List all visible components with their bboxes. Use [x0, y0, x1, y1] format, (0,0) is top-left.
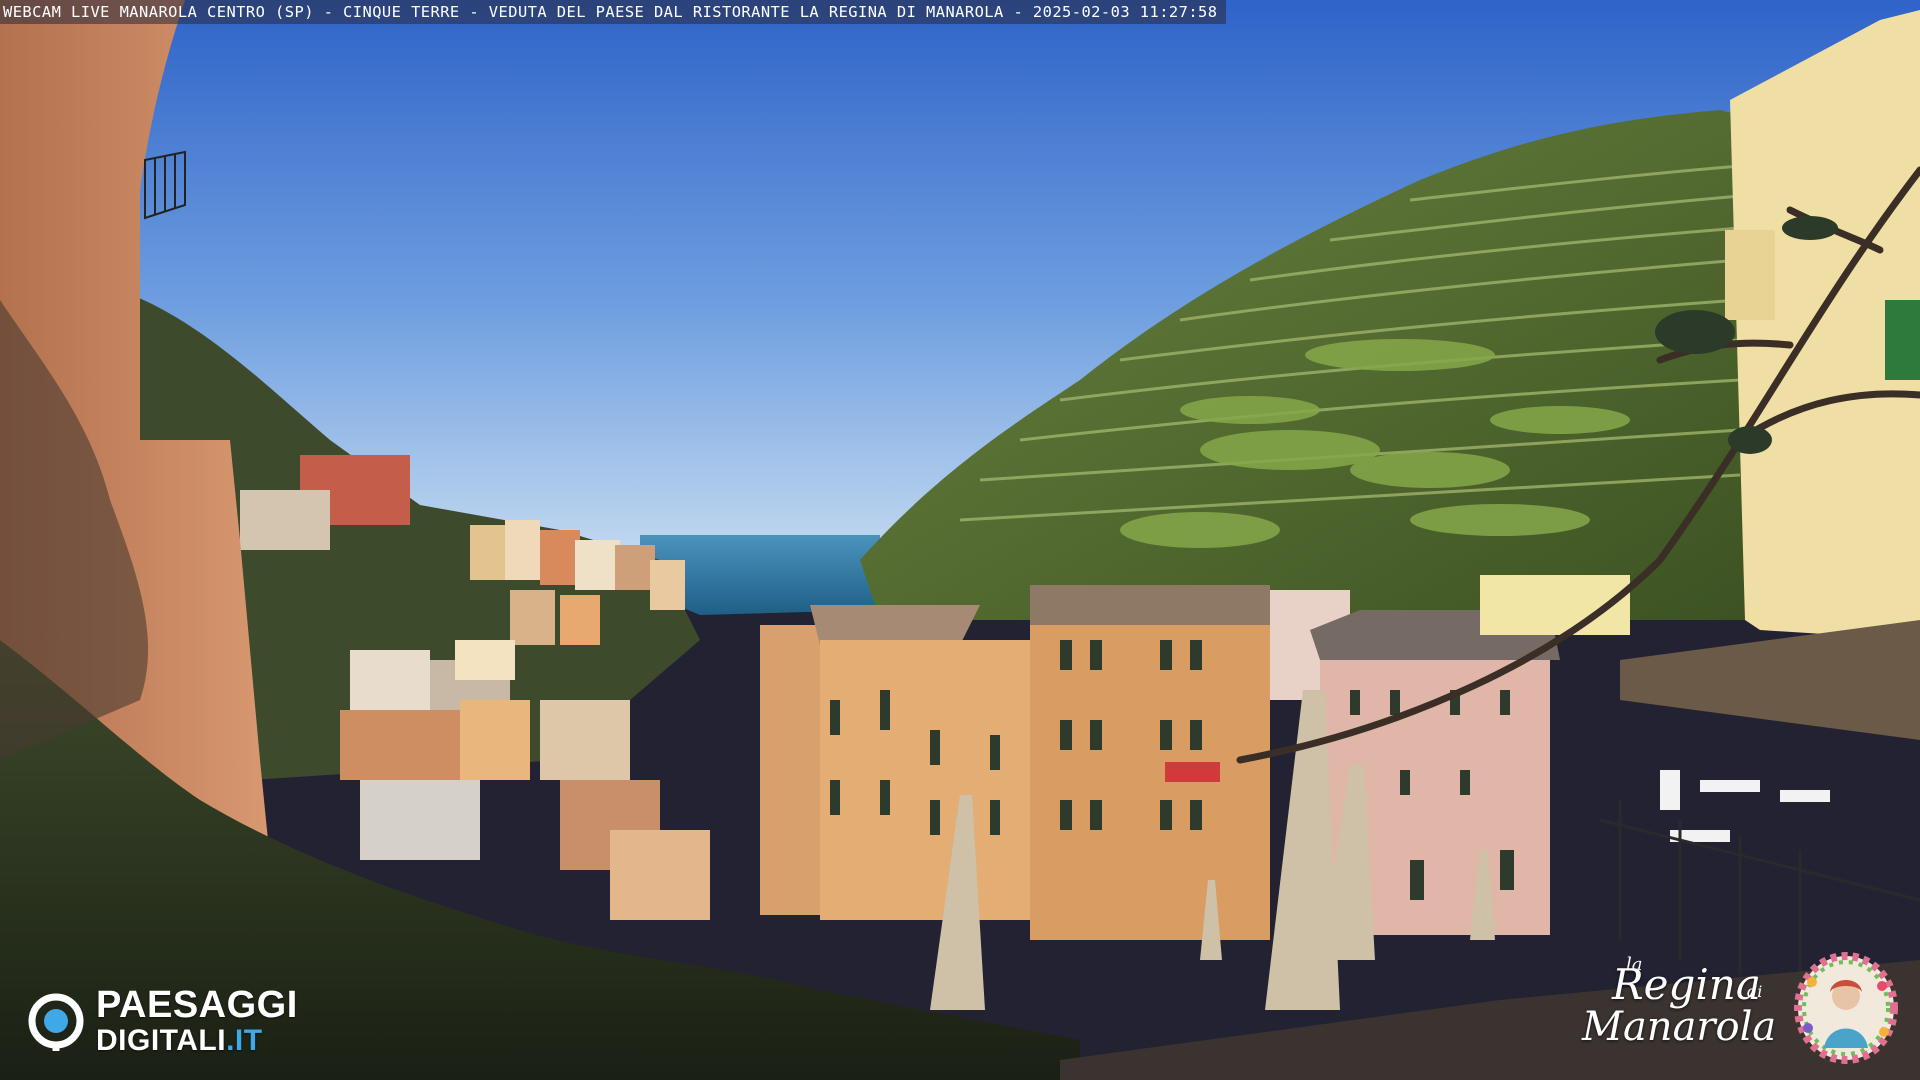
laundry	[1165, 762, 1220, 782]
central-houses	[760, 575, 1630, 940]
watermark-line2-main: DIGITALI	[96, 1024, 227, 1057]
webcam-scene	[0, 0, 1920, 1080]
watermark-line2-accent: .IT	[226, 1024, 263, 1057]
webcam-caption: WEBCAM LIVE MANAROLA CENTRO (SP) - CINQU…	[0, 0, 1226, 24]
eye-logo-icon	[28, 993, 84, 1051]
watermark-line1: PAESAGGI	[96, 984, 298, 1026]
brand-manarola: Manarola	[1582, 1004, 1777, 1050]
brand-regina: Regina	[1612, 960, 1761, 1009]
paesaggi-digitali-watermark: PAESAGGI DIGITALI.IT	[26, 986, 298, 1056]
restaurant-awning	[1620, 620, 1920, 740]
brand-di: di	[1747, 982, 1763, 1001]
watermark-line2: DIGITALI.IT	[96, 1026, 298, 1056]
regina-di-manarola-logo: la Regina di Manarola	[1582, 952, 1902, 1068]
watermark-text: PAESAGGI DIGITALI.IT	[96, 986, 298, 1056]
right-building-shutter	[1885, 300, 1920, 380]
terrace-tables	[1660, 770, 1830, 842]
flower-wreath-icon	[1794, 952, 1898, 1064]
